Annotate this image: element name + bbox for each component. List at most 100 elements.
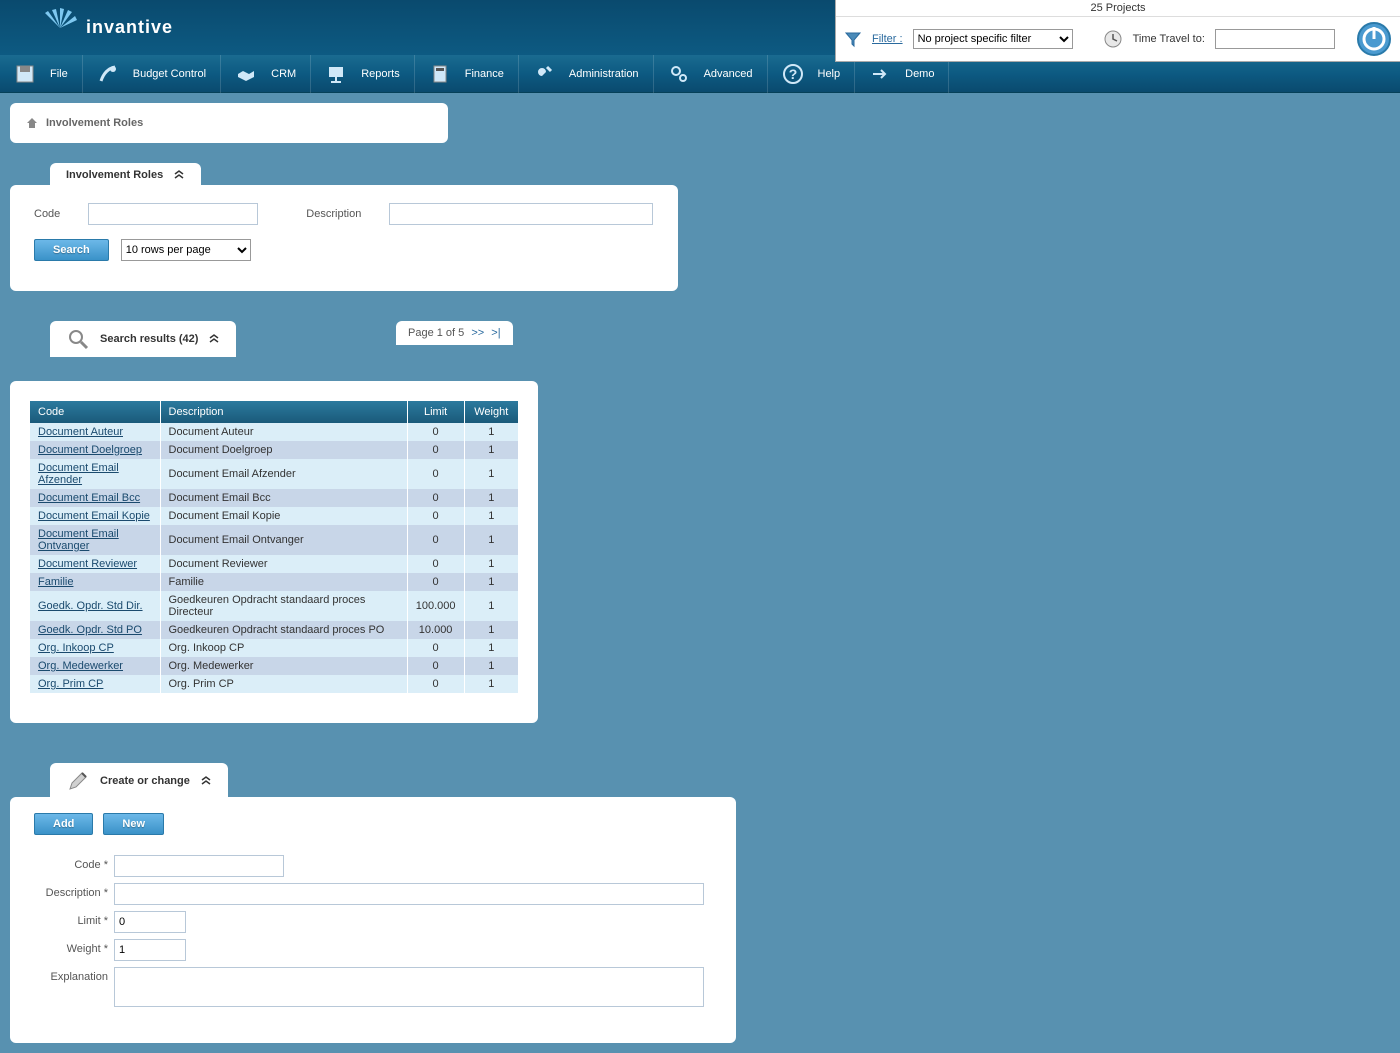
code-link[interactable]: Document Email Bcc xyxy=(38,492,140,504)
timetravel-input[interactable] xyxy=(1215,29,1335,49)
pager-last[interactable]: >| xyxy=(491,327,500,339)
code-link[interactable]: Goedk. Opdr. Std PO xyxy=(38,624,142,636)
wrench-icon xyxy=(533,63,555,85)
cell-desc: Document Email Kopie xyxy=(160,507,407,525)
power-button[interactable] xyxy=(1356,21,1392,57)
menu-reports[interactable]: Reports xyxy=(311,55,415,93)
add-button[interactable]: Add xyxy=(34,813,93,835)
cell-desc: Org. Inkoop CP xyxy=(160,639,407,657)
filter-icon xyxy=(844,30,862,48)
code-link[interactable]: Org. Inkoop CP xyxy=(38,642,114,654)
menu-budget[interactable]: Budget Control xyxy=(83,55,221,93)
cell-desc: Goedkeuren Opdracht standaard proces PO xyxy=(160,621,407,639)
cell-weight: 1 xyxy=(464,507,518,525)
col-description[interactable]: Description xyxy=(160,401,407,423)
code-input[interactable] xyxy=(88,203,258,225)
create-weight-input[interactable] xyxy=(114,939,186,961)
home-icon xyxy=(26,117,38,129)
create-panel-title: Create or change xyxy=(100,775,190,787)
code-link[interactable]: Document Email Ontvanger xyxy=(38,528,119,552)
pager-next[interactable]: >> xyxy=(471,327,484,339)
table-row: Goedk. Opdr. Std PO Goedkeuren Opdracht s… xyxy=(30,621,518,639)
presentation-icon xyxy=(325,63,347,85)
code-link[interactable]: Document Email Kopie xyxy=(38,510,150,522)
create-explanation-input[interactable] xyxy=(114,967,704,1007)
description-input[interactable] xyxy=(389,203,653,225)
search-panel-title: Involvement Roles xyxy=(66,169,163,181)
save-icon xyxy=(14,63,36,85)
menu-admin[interactable]: Administration xyxy=(519,55,654,93)
code-link[interactable]: Org. Medewerker xyxy=(38,660,123,672)
new-button[interactable]: New xyxy=(103,813,164,835)
create-limit-label: Limit * xyxy=(34,911,114,927)
gears-icon xyxy=(668,63,690,85)
table-row: Document Email AfzenderDocument Email Af… xyxy=(30,459,518,489)
create-limit-input[interactable] xyxy=(114,911,186,933)
cell-limit: 0 xyxy=(407,657,464,675)
col-limit[interactable]: Limit xyxy=(407,401,464,423)
results-panel-tab[interactable]: Search results (42) xyxy=(50,321,236,357)
app-header: invantive 25 Projects Filter : No projec… xyxy=(0,0,1400,55)
cell-weight: 1 xyxy=(464,675,518,693)
filter-link[interactable]: Filter : xyxy=(872,33,903,45)
table-row: Org. MedewerkerOrg. Medewerker01 xyxy=(30,657,518,675)
results-panel: Code Description Limit Weight Document A… xyxy=(10,381,538,723)
topbar: 25 Projects Filter : No project specific… xyxy=(835,0,1400,62)
create-panel-tab[interactable]: Create or change xyxy=(50,763,228,799)
cell-weight: 1 xyxy=(464,459,518,489)
code-link[interactable]: Familie xyxy=(38,576,73,588)
pager: Page 1 of 5 >> >| xyxy=(396,321,513,345)
code-link[interactable]: Goedk. Opdr. Std Dir. xyxy=(38,600,143,612)
timetravel-label: Time Travel to: xyxy=(1133,33,1205,45)
results-title: Search results (42) xyxy=(100,333,198,345)
clock-icon xyxy=(1103,29,1123,49)
cell-desc: Document Auteur xyxy=(160,423,407,441)
projects-count: 25 Projects xyxy=(836,0,1400,17)
create-desc-input[interactable] xyxy=(114,883,704,905)
cell-limit: 0 xyxy=(407,507,464,525)
table-row: Document ReviewerDocument Reviewer01 xyxy=(30,555,518,573)
search-panel-tab[interactable]: Involvement Roles xyxy=(50,163,201,187)
description-label: Description xyxy=(306,208,361,220)
cell-desc: Org. Medewerker xyxy=(160,657,407,675)
cell-weight: 1 xyxy=(464,441,518,459)
col-weight[interactable]: Weight xyxy=(464,401,518,423)
cell-limit: 0 xyxy=(407,675,464,693)
arrow-icon xyxy=(869,63,891,85)
breadcrumb-title: Involvement Roles xyxy=(46,117,143,129)
table-row: Document DoelgroepDocument Doelgroep01 xyxy=(30,441,518,459)
collapse-icon xyxy=(173,170,185,180)
cell-limit: 10.000 xyxy=(407,621,464,639)
search-button[interactable]: Search xyxy=(34,239,109,261)
svg-text:?: ? xyxy=(788,66,797,82)
table-row: Document Email OntvangerDocument Email O… xyxy=(30,525,518,555)
create-desc-label: Description * xyxy=(34,883,114,899)
menu-advanced[interactable]: Advanced xyxy=(654,55,768,93)
code-link[interactable]: Document Doelgroep xyxy=(38,444,142,456)
rows-per-page-select[interactable]: 10 rows per page xyxy=(121,239,251,261)
cell-weight: 1 xyxy=(464,639,518,657)
collapse-icon xyxy=(200,776,212,786)
code-link[interactable]: Document Email Afzender xyxy=(38,462,119,486)
code-link[interactable]: Document Reviewer xyxy=(38,558,137,570)
cell-desc: Document Email Bcc xyxy=(160,489,407,507)
cell-weight: 1 xyxy=(464,489,518,507)
create-code-input[interactable] xyxy=(114,855,284,877)
code-link[interactable]: Document Auteur xyxy=(38,426,123,438)
cell-desc: Document Doelgroep xyxy=(160,441,407,459)
cell-desc: Goedkeuren Opdracht standaard proces Dir… xyxy=(160,591,407,621)
col-code[interactable]: Code xyxy=(30,401,160,423)
code-label: Code xyxy=(34,208,60,220)
cell-desc: Org. Prim CP xyxy=(160,675,407,693)
menu-file[interactable]: File xyxy=(0,55,83,93)
menu-crm[interactable]: CRM xyxy=(221,55,311,93)
filter-select[interactable]: No project specific filter xyxy=(913,29,1073,49)
code-link[interactable]: Org. Prim CP xyxy=(38,678,103,690)
create-explanation-label: Explanation xyxy=(34,967,114,983)
table-row: Document AuteurDocument Auteur01 xyxy=(30,423,518,441)
cell-limit: 0 xyxy=(407,459,464,489)
cell-weight: 1 xyxy=(464,657,518,675)
cell-limit: 0 xyxy=(407,555,464,573)
logo: invantive xyxy=(40,8,173,48)
menu-finance[interactable]: Finance xyxy=(415,55,519,93)
